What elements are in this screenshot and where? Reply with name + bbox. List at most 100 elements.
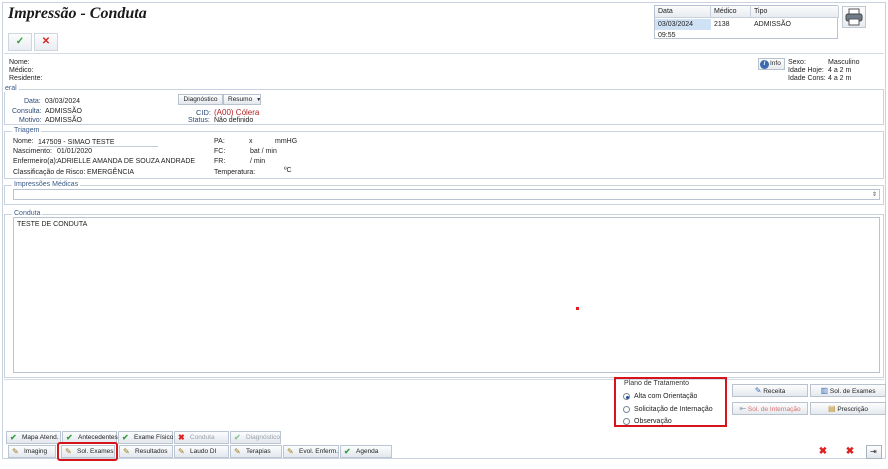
motivo-label: Motivo:	[19, 117, 42, 124]
option-observacao-label: Observação	[634, 418, 672, 425]
pencil-icon: ✎	[123, 447, 130, 456]
print-button[interactable]	[842, 6, 866, 28]
idade-hoje-label: Idade Hoje:	[788, 67, 824, 74]
pencil-icon: ✎	[287, 447, 294, 456]
fc-label: FC:	[214, 148, 226, 155]
triagem-nome-label: Nome:	[13, 138, 34, 145]
fc-unit: bat / min	[250, 148, 277, 155]
pa-label: PA:	[214, 138, 225, 145]
impressoes-title: Impressões Médicas	[12, 181, 81, 188]
check-icon: ✓	[15, 36, 25, 47]
sol-exames-highlight	[57, 442, 118, 461]
idade-cons-label: Idade Cons:	[788, 75, 826, 82]
consulta-label: Consulta:	[12, 108, 42, 115]
exit-icon: ⇥	[870, 447, 877, 456]
tab-agenda[interactable]: ✔ Agenda	[340, 445, 392, 458]
col-header-tipo[interactable]: Tipo	[751, 6, 839, 18]
cancel-button[interactable]: ✕	[34, 33, 58, 51]
tab-evol-enferm[interactable]: ✎ Evol. Enferm.	[283, 445, 339, 458]
sol-internacao-button[interactable]: ⇤ Sol. de Internação	[732, 402, 808, 415]
prescricao-label: Prescrição	[837, 406, 869, 413]
delete-icon[interactable]: ✖	[816, 446, 830, 458]
medico-label: Médico:	[9, 67, 34, 74]
page-title: Impressão - Conduta	[8, 5, 147, 22]
option-internacao-label: Solicitação de Internação	[634, 406, 713, 413]
radio-observacao[interactable]	[623, 418, 630, 425]
col-header-data[interactable]: Data	[655, 6, 711, 18]
risco-label: Classificação de Risco:	[13, 169, 86, 176]
divider	[4, 53, 884, 54]
tab-imaging[interactable]: ✎ Imaging	[8, 445, 56, 458]
prescricao-button[interactable]: ▤ Prescrição	[810, 402, 886, 415]
receita-button[interactable]: ✎ Receita	[732, 384, 808, 397]
info-icon: i	[760, 60, 769, 69]
temperatura-label: Temperatura:	[214, 169, 256, 176]
tab-evol-enferm-label: Evol. Enferm.	[299, 448, 339, 455]
cell-tipo[interactable]: ADMISSÃO	[751, 19, 839, 30]
resumo-dropdown[interactable]: Resumo ▼	[223, 94, 261, 105]
tab-agenda-label: Agenda	[356, 448, 379, 455]
impressoes-input[interactable]: ⇕	[13, 189, 880, 200]
tab-diagnostico-label: Diagnóstico	[246, 434, 280, 441]
pa-unit: mmHG	[275, 138, 298, 145]
spin-arrows-icon[interactable]: ⇕	[872, 190, 877, 200]
divider	[4, 379, 884, 380]
cell-data[interactable]: 03/03/2024 09:55	[655, 19, 711, 39]
radio-internacao[interactable]	[623, 406, 630, 413]
tab-laudo-di[interactable]: ✎ Laudo DI	[174, 445, 229, 458]
tab-antecedentes-label: Antecedentes	[78, 434, 118, 441]
tab-terapias[interactable]: ✎ Terapias	[230, 445, 282, 458]
conduta-text: TESTE DE CONDUTA	[17, 221, 88, 228]
tab-diagnostico[interactable]: ✔ Diagnóstico	[230, 431, 281, 444]
radio-alta[interactable]	[623, 393, 630, 400]
receita-label: Receita	[763, 388, 786, 395]
pen-icon: ✎	[754, 386, 762, 395]
sol-de-exames-button[interactable]: ▥ Sol. de Exames	[810, 384, 886, 397]
status-label: Status:	[188, 117, 210, 124]
cid-label: CID:	[196, 108, 211, 117]
motivo-value: ADMISSÃO	[45, 117, 82, 124]
data-label: Data:	[24, 98, 41, 105]
tab-conduta-label: Conduta	[190, 434, 215, 441]
cancel-all-icon[interactable]: ✖	[843, 446, 857, 458]
bed-icon: ⇤	[739, 404, 747, 413]
conduta-textarea[interactable]: TESTE DE CONDUTA	[13, 217, 880, 373]
nascimento-label: Nascimento:	[13, 148, 52, 155]
tab-exame-fisico-label: Exame Físico	[134, 434, 174, 441]
resumo-label: Resumo	[228, 96, 253, 103]
cell-medico[interactable]: 2138	[711, 19, 751, 30]
risco-value: EMERGÊNCIA	[87, 169, 135, 176]
status-value: Não definido	[214, 117, 254, 124]
plano-title: Plano de Tratamento	[622, 380, 691, 387]
fr-unit: / min	[250, 158, 266, 165]
geral-title: eral	[3, 85, 19, 92]
plano-tratamento-group: Plano de Tratamento Alta com Orientação …	[614, 377, 727, 427]
exit-button[interactable]: ⇥	[866, 445, 882, 459]
sexo-label: Sexo:	[788, 59, 806, 66]
prescription-icon: ▤	[827, 404, 836, 413]
tab-exame-fisico[interactable]: ✔ Exame Físico	[118, 431, 173, 444]
tab-mapa-atend-label: Mapa Atend.	[22, 434, 59, 441]
cursor-marker	[576, 307, 579, 310]
info-button-label: Info	[770, 60, 781, 67]
conduta-title: Conduta	[12, 210, 43, 217]
tab-imaging-label: Imaging	[24, 448, 48, 455]
tab-mapa-atend[interactable]: ✔ Mapa Atend.	[6, 431, 61, 444]
nascimento-value: 01/01/2020	[57, 148, 93, 155]
info-button[interactable]: i Info	[758, 58, 785, 70]
consultation-table: Data Médico Tipo 03/03/2024 09:55 2138 A…	[654, 5, 839, 39]
option-alta-label: Alta com Orientação	[634, 393, 698, 400]
confirm-button[interactable]: ✓	[8, 33, 32, 51]
col-header-medico[interactable]: Médico	[711, 6, 751, 18]
tab-conduta[interactable]: ✖ Conduta	[174, 431, 229, 444]
idade-hoje-value: 4 a 2 m	[828, 67, 852, 74]
sol-de-exames-label: Sol. de Exames	[829, 388, 876, 395]
sol-internacao-label: Sol. de Internação	[747, 406, 801, 413]
tab-resultados[interactable]: ✎ Resultados	[119, 445, 173, 458]
fr-label: FR:	[214, 158, 226, 165]
tab-resultados-label: Resultados	[135, 448, 168, 455]
check-icon: ✔	[122, 433, 129, 442]
triagem-nome-value: 147509 - SIMAO TESTE	[38, 139, 158, 147]
diagnostico-button[interactable]: Diagnóstico	[178, 94, 223, 105]
close-icon: ✖	[178, 433, 185, 442]
